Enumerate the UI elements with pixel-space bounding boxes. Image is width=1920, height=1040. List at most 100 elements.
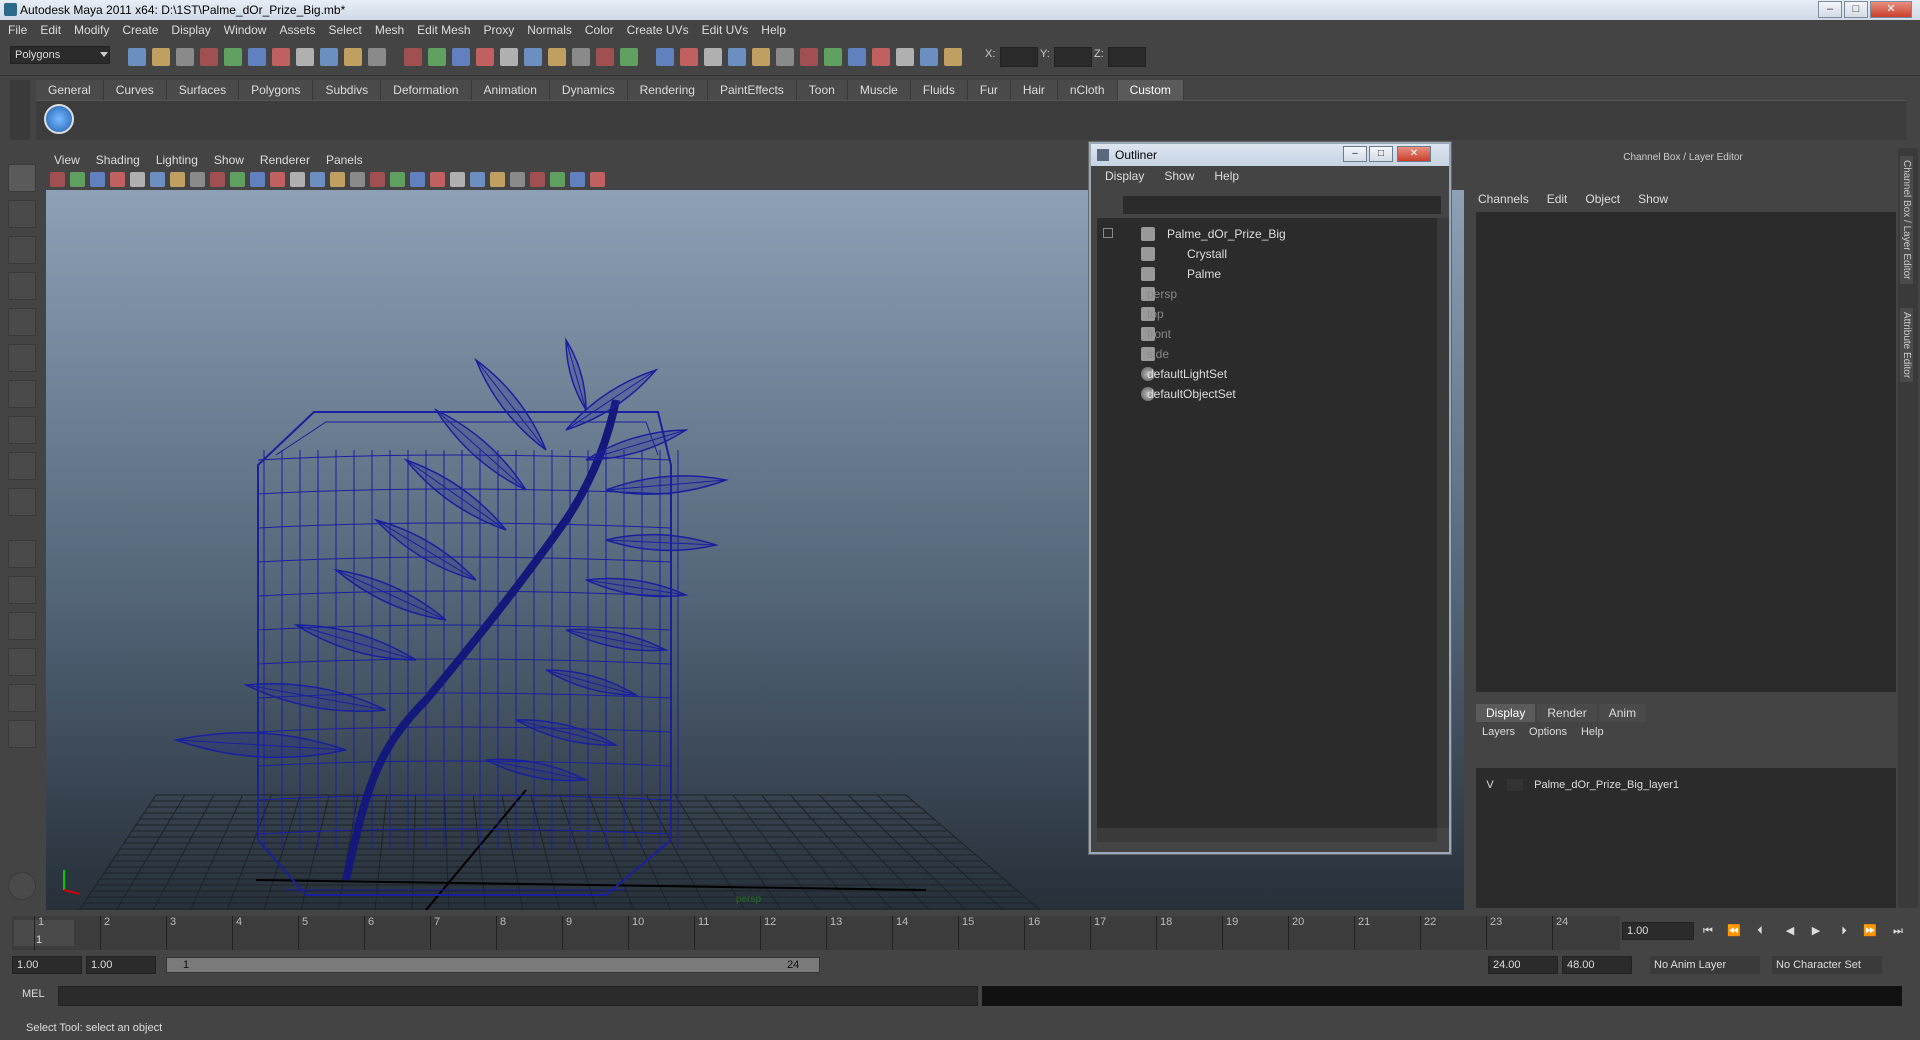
layer-menu-options[interactable]: Options: [1529, 726, 1567, 738]
outliner-horizontal-scrollbar[interactable]: [1097, 828, 1437, 842]
shelf-tab-curves[interactable]: Curves: [103, 80, 167, 100]
checkmark-shelf-icon[interactable]: [44, 104, 74, 134]
viewport-tool-icon[interactable]: [490, 172, 505, 187]
outliner-item[interactable]: defaultObjectSet: [1097, 384, 1427, 404]
viewport-tool-icon[interactable]: [330, 172, 345, 187]
viewport-tool-icon[interactable]: [550, 172, 565, 187]
menu-file[interactable]: File: [8, 23, 27, 37]
viewport-tool-icon[interactable]: [590, 172, 605, 187]
viewport-tool-icon[interactable]: [450, 172, 465, 187]
viewport-menu-renderer[interactable]: Renderer: [260, 153, 310, 167]
soft-mod-icon[interactable]: [8, 416, 36, 444]
viewport-tool-icon[interactable]: [90, 172, 105, 187]
toolbar-icon[interactable]: [500, 48, 518, 66]
toolbar-icon[interactable]: [224, 48, 242, 66]
layer-tab-render[interactable]: Render: [1537, 704, 1597, 722]
viewport-tool-icon[interactable]: [350, 172, 365, 187]
step-back-frame-icon[interactable]: ⏴: [1752, 924, 1768, 938]
channel-box-area[interactable]: [1476, 212, 1896, 692]
toolbar-icon[interactable]: [296, 48, 314, 66]
show-manipulator-icon[interactable]: [8, 452, 36, 480]
channel-box-menu-edit[interactable]: Edit: [1547, 192, 1568, 206]
playback-start-field[interactable]: 1.00: [86, 956, 156, 974]
viewport-tool-icon[interactable]: [470, 172, 485, 187]
toolbar-icon[interactable]: [404, 48, 422, 66]
animation-start-field[interactable]: 1.00: [12, 956, 82, 974]
toolbar-icon[interactable]: [428, 48, 446, 66]
toolbar-icon[interactable]: [728, 48, 746, 66]
shelf-tab-subdivs[interactable]: Subdivs: [313, 80, 382, 100]
viewport-tool-icon[interactable]: [310, 172, 325, 187]
layer-menu-layers[interactable]: Layers: [1482, 726, 1515, 738]
outliner-item[interactable]: side: [1097, 344, 1427, 364]
viewport-menu-panels[interactable]: Panels: [326, 153, 363, 167]
menu-edit-mesh[interactable]: Edit Mesh: [417, 23, 470, 37]
menu-help[interactable]: Help: [761, 23, 786, 37]
outliner-item[interactable]: defaultLightSet: [1097, 364, 1427, 384]
menu-color[interactable]: Color: [585, 23, 614, 37]
command-input[interactable]: [58, 986, 978, 1006]
step-forward-frame-icon[interactable]: ⏵: [1836, 924, 1852, 938]
toolbar-icon[interactable]: [272, 48, 290, 66]
outliner-maximize-button[interactable]: □: [1369, 146, 1393, 162]
manipulator-icon[interactable]: [8, 380, 36, 408]
x-field[interactable]: [1000, 47, 1038, 67]
outliner-menu-help[interactable]: Help: [1214, 169, 1239, 183]
outliner-vertical-scrollbar[interactable]: [1437, 218, 1449, 828]
hypershade-layout-icon[interactable]: [8, 684, 36, 712]
toolbar-icon[interactable]: [596, 48, 614, 66]
viewport-menu-show[interactable]: Show: [214, 153, 244, 167]
viewport-tool-icon[interactable]: [430, 172, 445, 187]
toolbar-icon[interactable]: [248, 48, 266, 66]
scale-tool-icon[interactable]: [8, 344, 36, 372]
shelf-tab-fur[interactable]: Fur: [967, 80, 1011, 100]
shelf-tab-toon[interactable]: Toon: [796, 80, 848, 100]
viewport-tool-icon[interactable]: [70, 172, 85, 187]
toolbar-icon[interactable]: [524, 48, 542, 66]
layer-menu-help[interactable]: Help: [1581, 726, 1604, 738]
graph-layout-icon[interactable]: [8, 648, 36, 676]
outliner-layout-icon[interactable]: [8, 612, 36, 640]
toolbar-icon[interactable]: [176, 48, 194, 66]
shelf-tab-painteffects[interactable]: PaintEffects: [707, 80, 797, 100]
shelf-tab-custom[interactable]: Custom: [1117, 80, 1184, 100]
menu-edit-uvs[interactable]: Edit UVs: [702, 23, 749, 37]
outliner-item[interactable]: Palme_dOr_Prize_Big: [1097, 224, 1427, 244]
channel-box-menu-object[interactable]: Object: [1585, 192, 1620, 206]
shelf-options[interactable]: [10, 80, 30, 140]
toolbar-icon[interactable]: [152, 48, 170, 66]
go-to-end-icon[interactable]: ⏭: [1890, 924, 1906, 938]
outliner-item[interactable]: persp: [1097, 284, 1427, 304]
viewport-tool-icon[interactable]: [150, 172, 165, 187]
menu-window[interactable]: Window: [224, 23, 267, 37]
menu-select[interactable]: Select: [328, 23, 361, 37]
tab-channel-box[interactable]: Channel Box / Layer Editor: [1900, 156, 1913, 284]
maximize-button[interactable]: □: [1844, 1, 1868, 18]
toolbar-icon[interactable]: [776, 48, 794, 66]
layer-tab-display[interactable]: Display: [1476, 704, 1536, 722]
shelf-tab-fluids[interactable]: Fluids: [910, 80, 968, 100]
toolbar-icon[interactable]: [572, 48, 590, 66]
last-tool-icon[interactable]: [8, 488, 36, 516]
toolbar-icon[interactable]: [944, 48, 962, 66]
shelf-tab-dynamics[interactable]: Dynamics: [549, 80, 628, 100]
viewport-tool-icon[interactable]: [510, 172, 525, 187]
move-tool-icon[interactable]: [8, 272, 36, 300]
toolbar-icon[interactable]: [128, 48, 146, 66]
outliner-item[interactable]: Palme: [1097, 264, 1427, 284]
toolbar-icon[interactable]: [620, 48, 638, 66]
viewport-tool-icon[interactable]: [270, 172, 285, 187]
custom-layout-icon[interactable]: [8, 720, 36, 748]
hand-tool-icon[interactable]: [8, 872, 36, 900]
toolbar-icon[interactable]: [800, 48, 818, 66]
four-view-layout-icon[interactable]: [8, 576, 36, 604]
viewport-tool-icon[interactable]: [230, 172, 245, 187]
outliner-menu-display[interactable]: Display: [1105, 169, 1144, 183]
layer-row[interactable]: V Palme_dOr_Prize_Big_layer1: [1480, 776, 1679, 794]
viewport-tool-icon[interactable]: [110, 172, 125, 187]
channel-box-menu-channels[interactable]: Channels: [1478, 192, 1529, 206]
y-field[interactable]: [1054, 47, 1092, 67]
menu-normals[interactable]: Normals: [527, 23, 572, 37]
toolbar-icon[interactable]: [200, 48, 218, 66]
shelf-tab-deformation[interactable]: Deformation: [381, 80, 472, 100]
